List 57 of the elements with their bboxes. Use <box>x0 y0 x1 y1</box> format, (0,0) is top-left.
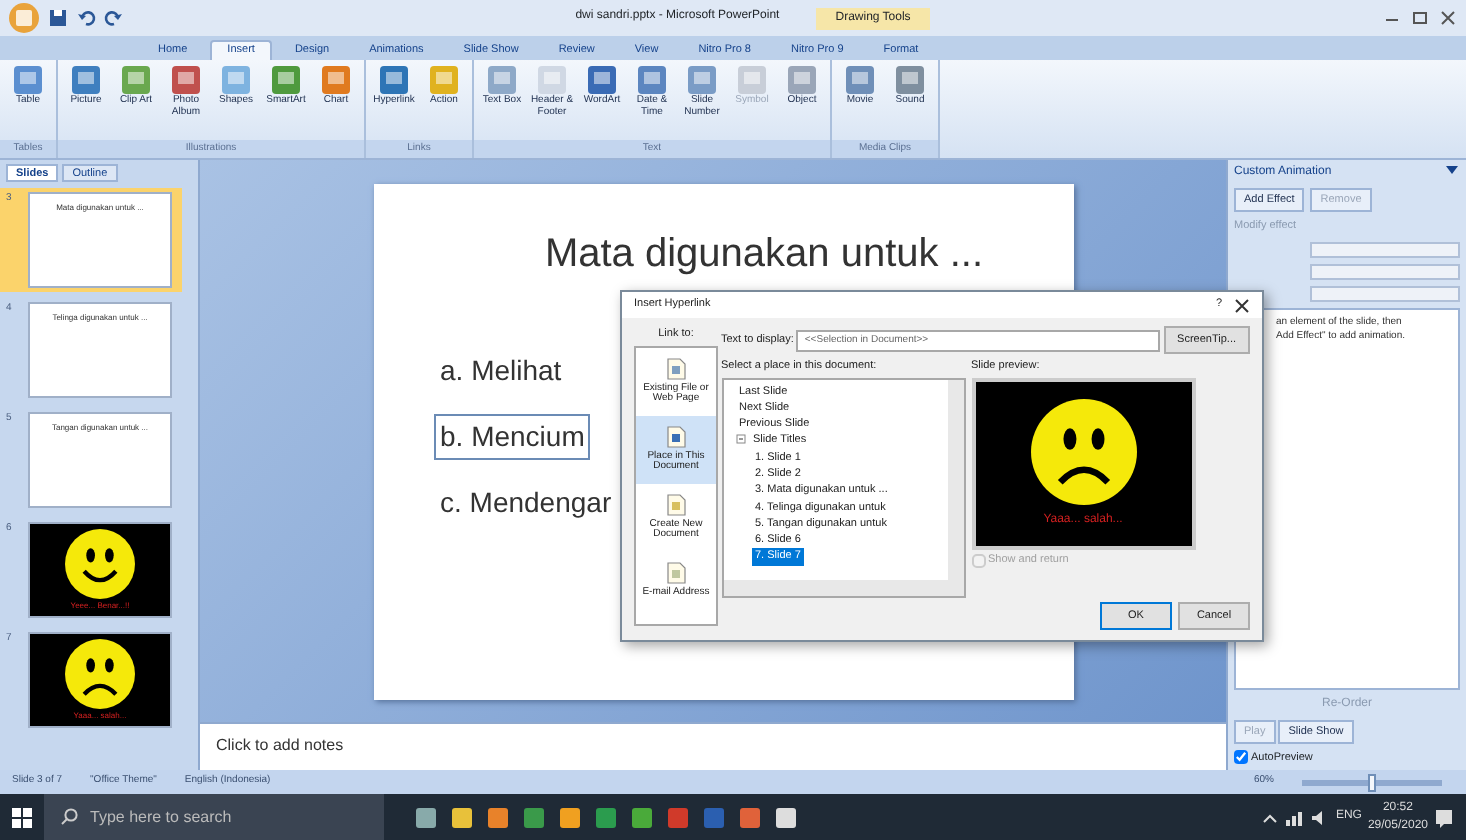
tile-icon <box>120 64 152 96</box>
zoom-slider-thumb[interactable] <box>1368 773 1376 791</box>
tile-icon <box>270 64 302 96</box>
sad-face-icon <box>64 638 136 710</box>
slide-bullet-text[interactable]: b. Mencium <box>434 414 591 460</box>
undo-icon[interactable] <box>76 8 96 28</box>
app-icon[interactable] <box>450 805 474 829</box>
tile-icon <box>70 64 102 96</box>
app-icon[interactable] <box>774 805 798 829</box>
chevron-up-icon[interactable] <box>1261 811 1278 823</box>
property-field[interactable] <box>1310 241 1460 257</box>
tile-icon <box>378 64 410 96</box>
expander-icon[interactable] <box>735 434 745 445</box>
tile-icon <box>736 64 768 96</box>
tile-icon <box>320 64 352 96</box>
search-icon <box>60 808 78 826</box>
close-icon[interactable] <box>1438 10 1458 26</box>
document-icon <box>666 357 686 380</box>
document-icon <box>666 425 686 448</box>
tile-icon <box>586 64 618 96</box>
autopreview-checkbox[interactable] <box>1234 750 1248 765</box>
notification-icon[interactable] <box>1434 807 1454 827</box>
slide-title: Mata digunakan untuk ... <box>542 230 986 280</box>
app-icon[interactable] <box>558 805 582 829</box>
restore-icon[interactable] <box>1410 10 1430 26</box>
slide-bullet-text[interactable]: c. Mendengar <box>434 480 618 526</box>
tile-icon <box>786 64 818 96</box>
tile-icon <box>844 64 876 96</box>
property-field[interactable] <box>1310 285 1460 301</box>
document-icon <box>666 561 686 584</box>
app-icon[interactable] <box>486 805 510 829</box>
app-icon[interactable] <box>414 805 438 829</box>
close-icon[interactable] <box>1234 297 1250 313</box>
smiley-face-icon <box>64 528 136 600</box>
document-icon <box>666 493 686 516</box>
tile-icon <box>428 64 460 96</box>
tile-icon <box>12 64 44 96</box>
tile-icon <box>220 64 252 96</box>
dropdown-icon[interactable] <box>1444 164 1460 176</box>
save-icon[interactable] <box>48 8 68 28</box>
notes-placeholder[interactable]: Click to add notes <box>200 722 1226 770</box>
scrollbar[interactable] <box>723 579 963 595</box>
tile-icon <box>686 64 718 96</box>
tile-icon <box>636 64 668 96</box>
sad-face-icon <box>1029 397 1137 505</box>
tile-icon <box>170 64 202 96</box>
taskbar-search-field[interactable]: Type here to search <box>44 794 384 840</box>
network-icon[interactable] <box>1283 809 1304 825</box>
scrollbar[interactable] <box>947 379 963 579</box>
app-icon[interactable] <box>630 805 654 829</box>
redo-icon[interactable] <box>104 8 124 28</box>
tile-icon <box>894 64 926 96</box>
slide-bullet-text[interactable]: a. Melihat <box>434 348 568 394</box>
windows-start-icon[interactable] <box>12 807 32 827</box>
tile-icon <box>536 64 568 96</box>
tile-icon <box>486 64 518 96</box>
property-field[interactable] <box>1310 263 1460 279</box>
